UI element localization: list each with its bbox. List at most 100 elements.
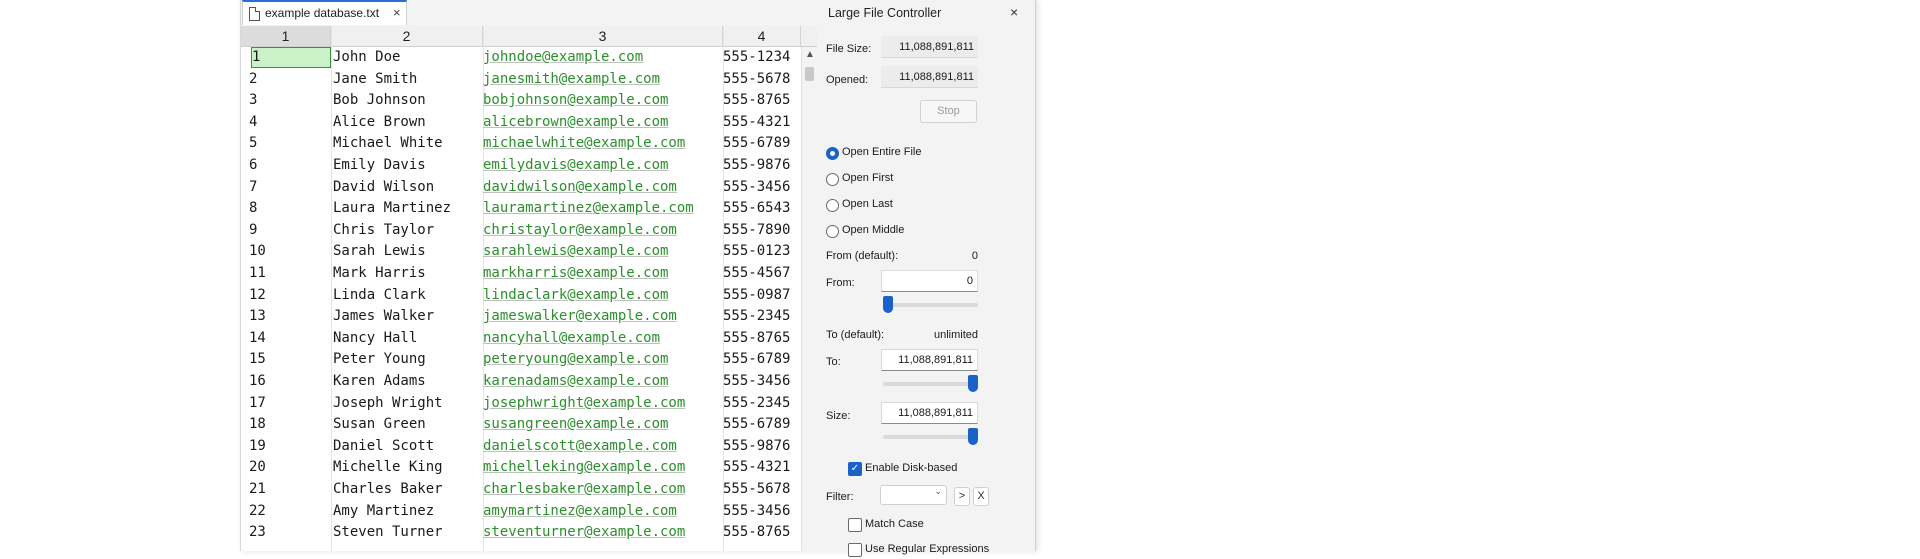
row-number-cell[interactable]: 9 xyxy=(249,220,319,242)
name-cell[interactable]: Mark Harris xyxy=(333,263,426,285)
table-row[interactable]: 13 James Walker jameswalker@example.com 555… xyxy=(241,306,801,328)
table-row[interactable]: 20 Michelle King michelleking@example.com 5… xyxy=(241,457,801,479)
column-header-2[interactable]: 2 xyxy=(331,26,483,46)
name-cell[interactable]: Karen Adams xyxy=(333,371,426,393)
email-cell[interactable]: janesmith@example.com xyxy=(483,69,660,91)
slider-thumb[interactable] xyxy=(968,428,978,445)
phone-cell[interactable]: 555-4321 xyxy=(723,112,790,134)
phone-cell[interactable]: 555-9876 xyxy=(723,436,790,458)
name-cell[interactable]: John Doe xyxy=(333,47,400,69)
email-cell[interactable]: emilydavis@example.com xyxy=(483,155,668,177)
name-cell[interactable]: Linda Clark xyxy=(333,285,426,307)
row-number-cell[interactable]: 5 xyxy=(249,133,319,155)
row-number-cell[interactable]: 10 xyxy=(249,241,319,263)
name-cell[interactable]: Peter Young xyxy=(333,349,426,371)
row-number-cell[interactable]: 6 xyxy=(249,155,319,177)
name-cell[interactable]: Daniel Scott xyxy=(333,436,434,458)
phone-cell[interactable]: 555-3456 xyxy=(723,177,790,199)
row-number-cell[interactable]: 3 xyxy=(249,90,319,112)
row-number-cell[interactable]: 20 xyxy=(249,457,319,479)
table-row[interactable]: 22 Amy Martinez amymartinez@example.com 555… xyxy=(241,501,801,523)
table-row[interactable]: 10 Sarah Lewis sarahlewis@example.com 555-0… xyxy=(241,241,801,263)
to-slider[interactable] xyxy=(883,375,978,393)
row-number-cell[interactable]: 13 xyxy=(249,306,319,328)
name-cell[interactable]: James Walker xyxy=(333,306,434,328)
email-cell[interactable]: danielscott@example.com xyxy=(483,436,677,458)
email-cell[interactable]: nancyhall@example.com xyxy=(483,328,660,350)
phone-cell[interactable]: 555-5678 xyxy=(723,69,790,91)
table-row[interactable]: 5 Michael White michaelwhite@example.com 55… xyxy=(241,133,801,155)
email-cell[interactable]: karenadams@example.com xyxy=(483,371,668,393)
phone-cell[interactable]: 555-8765 xyxy=(723,90,790,112)
name-cell[interactable]: Charles Baker xyxy=(333,479,443,501)
phone-cell[interactable]: 555-8765 xyxy=(723,522,790,544)
email-cell[interactable]: charlesbaker@example.com xyxy=(483,479,685,501)
column-header-3[interactable]: 3 xyxy=(483,26,723,46)
row-number-cell[interactable]: 11 xyxy=(249,263,319,285)
table-row[interactable]: 9 Chris Taylor christaylor@example.com 555-… xyxy=(241,220,801,242)
row-number-cell[interactable]: 8 xyxy=(249,198,319,220)
close-tab-icon[interactable]: × xyxy=(393,5,401,20)
phone-cell[interactable]: 555-6543 xyxy=(723,198,790,220)
filter-combobox[interactable]: ⌄ xyxy=(880,485,947,505)
email-cell[interactable]: peteryoung@example.com xyxy=(483,349,668,371)
phone-cell[interactable]: 555-3456 xyxy=(723,501,790,523)
email-cell[interactable]: amymartinez@example.com xyxy=(483,501,677,523)
table-row[interactable]: 16 Karen Adams karenadams@example.com 555-3… xyxy=(241,371,801,393)
name-cell[interactable]: Sarah Lewis xyxy=(333,241,426,263)
table-row[interactable]: 12 Linda Clark lindaclark@example.com 555-0… xyxy=(241,285,801,307)
phone-cell[interactable]: 555-6789 xyxy=(723,349,790,371)
from-input[interactable]: 0 xyxy=(881,270,978,292)
filter-apply-button[interactable]: > xyxy=(954,487,970,506)
phone-cell[interactable]: 555-2345 xyxy=(723,306,790,328)
slider-thumb[interactable] xyxy=(883,296,893,313)
table-row[interactable]: 19 Daniel Scott danielscott@example.com 555… xyxy=(241,436,801,458)
phone-cell[interactable]: 555-3456 xyxy=(723,371,790,393)
email-cell[interactable]: davidwilson@example.com xyxy=(483,177,677,199)
table-row[interactable]: 18 Susan Green susangreen@example.com 555-6… xyxy=(241,414,801,436)
row-number-cell[interactable]: 22 xyxy=(249,501,319,523)
name-cell[interactable]: Chris Taylor xyxy=(333,220,434,242)
row-number-cell[interactable]: 23 xyxy=(249,522,319,544)
name-cell[interactable]: Susan Green xyxy=(333,414,426,436)
to-input[interactable]: 11,088,891,811 xyxy=(881,349,978,371)
email-cell[interactable]: michaelwhite@example.com xyxy=(483,133,685,155)
table-row[interactable]: 14 Nancy Hall nancyhall@example.com 555-876… xyxy=(241,328,801,350)
table-row[interactable]: 3 Bob Johnson bobjohnson@example.com 555-87… xyxy=(241,90,801,112)
phone-cell[interactable]: 555-6789 xyxy=(723,414,790,436)
row-number-cell[interactable]: 14 xyxy=(249,328,319,350)
phone-cell[interactable]: 555-0987 xyxy=(723,285,790,307)
table-row[interactable]: 6 Emily Davis emilydavis@example.com 555-98… xyxy=(241,155,801,177)
table-row[interactable]: 8 Laura Martinez lauramartinez@example.com… xyxy=(241,198,801,220)
phone-cell[interactable]: 555-7890 xyxy=(723,220,790,242)
name-cell[interactable]: Bob Johnson xyxy=(333,90,426,112)
column-header-4[interactable]: 4 xyxy=(723,26,801,46)
slider-thumb[interactable] xyxy=(968,375,978,392)
phone-cell[interactable]: 555-2345 xyxy=(723,393,790,415)
vertical-scrollbar[interactable]: ▲ xyxy=(801,47,817,551)
row-number-cell[interactable]: 1 xyxy=(251,47,331,68)
row-number-cell[interactable]: 2 xyxy=(249,69,319,91)
column-header-1[interactable]: 1 xyxy=(241,26,331,46)
table-row[interactable]: 17 Joseph Wright josephwright@example.com 5… xyxy=(241,393,801,415)
row-number-cell[interactable]: 21 xyxy=(249,479,319,501)
email-cell[interactable]: alicebrown@example.com xyxy=(483,112,668,134)
email-cell[interactable]: susangreen@example.com xyxy=(483,414,668,436)
email-cell[interactable]: sarahlewis@example.com xyxy=(483,241,668,263)
phone-cell[interactable]: 555-9876 xyxy=(723,155,790,177)
table-row[interactable]: 4 Alice Brown alicebrown@example.com 555-43… xyxy=(241,112,801,134)
name-cell[interactable]: Alice Brown xyxy=(333,112,426,134)
email-cell[interactable]: christaylor@example.com xyxy=(483,220,677,242)
row-number-cell[interactable]: 18 xyxy=(249,414,319,436)
name-cell[interactable]: Emily Davis xyxy=(333,155,426,177)
name-cell[interactable]: Michelle King xyxy=(333,457,443,479)
row-number-cell[interactable]: 12 xyxy=(249,285,319,307)
email-cell[interactable]: lauramartinez@example.com xyxy=(483,198,694,220)
table-row[interactable]: 11 Mark Harris markharris@example.com 555-4… xyxy=(241,263,801,285)
email-cell[interactable]: markharris@example.com xyxy=(483,263,668,285)
table-row[interactable]: 15 Peter Young peteryoung@example.com 555-6… xyxy=(241,349,801,371)
email-cell[interactable]: steventurner@example.com xyxy=(483,522,685,544)
name-cell[interactable]: Laura Martinez xyxy=(333,198,451,220)
name-cell[interactable]: Michael White xyxy=(333,133,443,155)
name-cell[interactable]: Nancy Hall xyxy=(333,328,417,350)
